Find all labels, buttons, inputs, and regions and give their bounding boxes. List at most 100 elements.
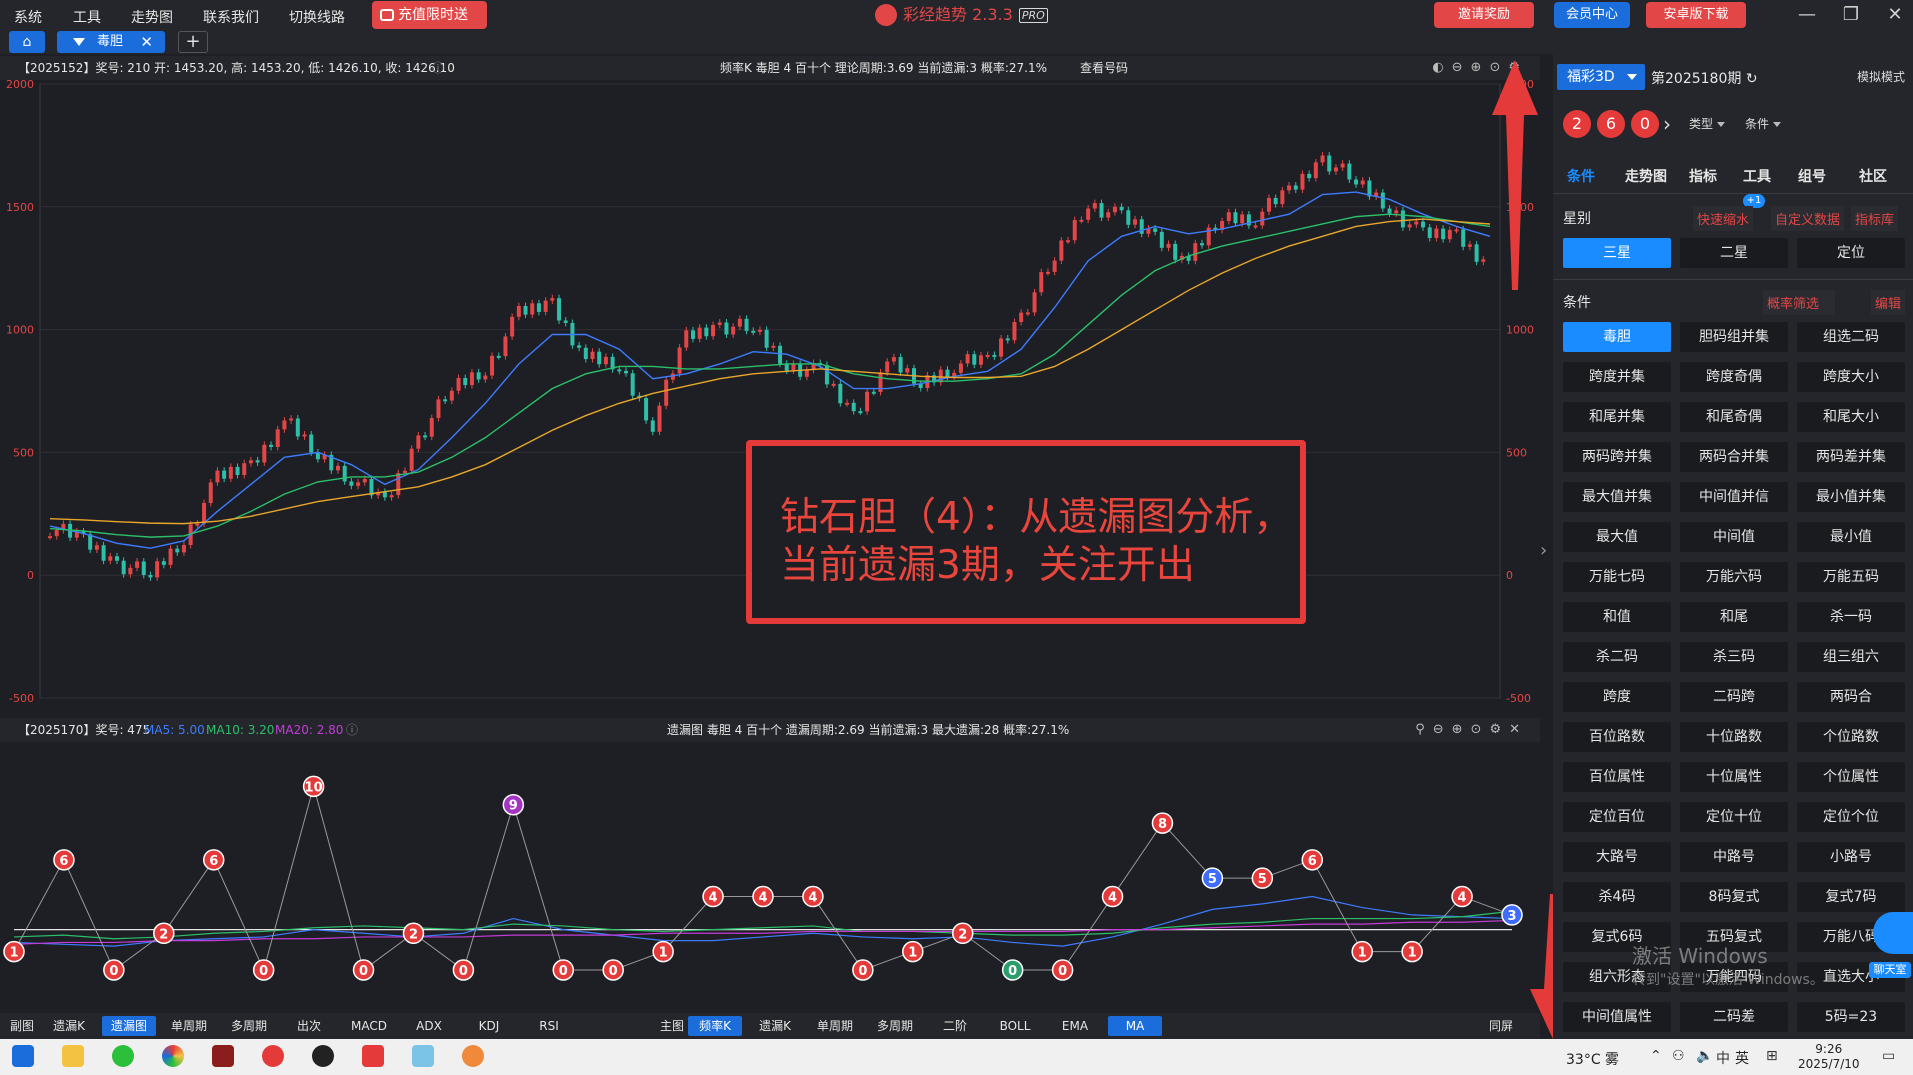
main-tab-6[interactable]: EMA <box>1048 1016 1102 1036</box>
star-two[interactable]: 二星 <box>1680 238 1788 268</box>
windows-start-icon[interactable] <box>12 1045 34 1067</box>
member-center-button[interactable]: 会员中心 <box>1554 2 1630 28</box>
condition-item[interactable]: 和尾 <box>1680 602 1788 632</box>
condition-item[interactable]: 毒胆 <box>1563 322 1671 352</box>
tab-close-icon[interactable]: ✕ <box>140 31 153 53</box>
condition-item[interactable]: 两码合并集 <box>1680 442 1788 472</box>
condition-item[interactable]: 组选二码 <box>1797 322 1905 352</box>
condition-item[interactable]: 最大值并集 <box>1563 482 1671 512</box>
condition-item[interactable]: 百位属性 <box>1563 762 1671 792</box>
home-icon[interactable]: ⌂ <box>9 31 45 53</box>
menu-trend[interactable]: 走势图 <box>131 7 173 27</box>
help-icon[interactable]: ⓘ <box>432 56 444 80</box>
nav-tab-0[interactable]: 条件 <box>1567 166 1595 186</box>
menu-tools[interactable]: 工具 <box>73 7 101 27</box>
app-icon[interactable] <box>212 1045 234 1067</box>
lottery-select[interactable]: 福彩3D <box>1557 64 1645 90</box>
sub-tab-6[interactable]: ADX <box>402 1016 456 1036</box>
menu-system[interactable]: 系统 <box>14 7 42 27</box>
condition-item[interactable]: 十位路数 <box>1680 722 1788 752</box>
main-tab-7[interactable]: MA <box>1108 1016 1162 1036</box>
caijing-icon[interactable] <box>262 1045 284 1067</box>
condition-item[interactable]: 万能七码 <box>1563 562 1671 592</box>
tray-expand-icon[interactable]: ⌃ <box>1650 1048 1662 1064</box>
refresh-icon[interactable]: ↻ <box>1746 71 1758 87</box>
chat-bubble-icon[interactable] <box>1873 912 1913 954</box>
game-icon[interactable] <box>462 1045 484 1067</box>
main-tab-4[interactable]: 二阶 <box>928 1016 982 1036</box>
sub-tab-7[interactable]: KDJ <box>462 1016 516 1036</box>
star-three[interactable]: 三星 <box>1563 238 1671 268</box>
condition-select[interactable]: 条件 <box>1735 111 1787 137</box>
condition-item[interactable]: 大路号 <box>1563 842 1671 872</box>
ime-icon[interactable]: 中 <box>1716 1048 1730 1068</box>
chat-room-button[interactable]: 聊天室 <box>1869 962 1911 978</box>
condition-item[interactable]: 中路号 <box>1680 842 1788 872</box>
notification-icon[interactable]: ▭ <box>1882 1048 1895 1064</box>
condition-item[interactable]: 个位属性 <box>1797 762 1905 792</box>
condition-item[interactable]: 定位百位 <box>1563 802 1671 832</box>
condition-item[interactable]: 跨度 <box>1563 682 1671 712</box>
wps-icon[interactable] <box>362 1045 384 1067</box>
probability-filter[interactable]: 概率筛选 <box>1763 290 1836 315</box>
sub-tab-3[interactable]: 多周期 <box>222 1016 276 1036</box>
main-tab-5[interactable]: BOLL <box>988 1016 1042 1036</box>
condition-item[interactable]: 和值 <box>1563 602 1671 632</box>
condition-item[interactable]: 组三组六 <box>1797 642 1905 672</box>
next-arrow-icon[interactable]: › <box>1663 112 1671 136</box>
condition-item[interactable]: 杀二码 <box>1563 642 1671 672</box>
edit-button[interactable]: 编辑 <box>1871 290 1906 315</box>
condition-item[interactable]: 中间值属性 <box>1563 1002 1671 1032</box>
condition-item[interactable]: 杀一码 <box>1797 602 1905 632</box>
menu-contact[interactable]: 联系我们 <box>203 7 259 27</box>
dropdown-icon[interactable] <box>73 38 85 46</box>
sub-tab-4[interactable]: 出次 <box>282 1016 336 1036</box>
condition-item[interactable]: 和尾奇偶 <box>1680 402 1788 432</box>
recharge-button[interactable]: 充值限时送 <box>372 1 487 29</box>
menu-switch-line[interactable]: 切换线路 <box>289 7 345 27</box>
nav-tab-4[interactable]: 组号 <box>1798 166 1826 186</box>
custom-data-button[interactable]: 自定义数据 <box>1771 206 1845 231</box>
condition-item[interactable]: 跨度奇偶 <box>1680 362 1788 392</box>
main-tab-3[interactable]: 多周期 <box>868 1016 922 1036</box>
weather-widget[interactable]: 33°C 雾 <box>1566 1049 1619 1069</box>
android-download-button[interactable]: 安卓版下载 <box>1646 2 1746 28</box>
main-tab-2[interactable]: 单周期 <box>808 1016 862 1036</box>
network-icon[interactable]: ⚇ <box>1672 1048 1685 1064</box>
star-position[interactable]: 定位 <box>1797 238 1905 268</box>
condition-item[interactable]: 定位十位 <box>1680 802 1788 832</box>
invite-button[interactable]: 邀请奖励 <box>1434 2 1534 28</box>
condition-item[interactable]: 百位路数 <box>1563 722 1671 752</box>
condition-item[interactable]: 杀4码 <box>1563 882 1671 912</box>
condition-item[interactable]: 跨度并集 <box>1563 362 1671 392</box>
condition-item[interactable]: 中间值并信 <box>1680 482 1788 512</box>
query-numbers-link[interactable]: 查看号码 <box>1080 56 1128 80</box>
condition-item[interactable]: 两码合 <box>1797 682 1905 712</box>
add-tab-button[interactable]: + <box>178 31 208 53</box>
sub-tab-0[interactable]: 遗漏K <box>42 1016 96 1036</box>
condition-item[interactable]: 十位属性 <box>1680 762 1788 792</box>
nav-tab-2[interactable]: 指标 <box>1689 166 1717 186</box>
split-screen-button[interactable]: 同屏 <box>1476 1016 1526 1036</box>
ime-mode[interactable]: 英 <box>1735 1048 1749 1068</box>
close-icon[interactable]: ✕ <box>1884 4 1906 26</box>
condition-item[interactable]: 最小值 <box>1797 522 1905 552</box>
nav-tab-3[interactable]: 工具 <box>1743 166 1771 186</box>
restore-icon[interactable]: ❐ <box>1840 4 1862 26</box>
type-select[interactable]: 类型 <box>1679 111 1731 137</box>
main-tab-1[interactable]: 遗漏K <box>748 1016 802 1036</box>
sub-tab-8[interactable]: RSI <box>522 1016 576 1036</box>
simulate-mode-button[interactable]: 模拟模式 <box>1857 68 1905 85</box>
sub-tab-5[interactable]: MACD <box>342 1016 396 1036</box>
sub-tab-2[interactable]: 单周期 <box>162 1016 216 1036</box>
condition-item[interactable]: 胆码组并集 <box>1680 322 1788 352</box>
condition-item[interactable]: 复式7码 <box>1797 882 1905 912</box>
condition-item[interactable]: 二码跨 <box>1680 682 1788 712</box>
condition-item[interactable]: 小路号 <box>1797 842 1905 872</box>
condition-item[interactable]: 和尾并集 <box>1563 402 1671 432</box>
condition-item[interactable]: 中间值 <box>1680 522 1788 552</box>
nav-tab-5[interactable]: 社区 <box>1859 166 1887 186</box>
tab-dudan[interactable]: 毒胆 ✕ <box>57 31 165 53</box>
condition-item[interactable]: 最大值 <box>1563 522 1671 552</box>
condition-item[interactable]: 定位个位 <box>1797 802 1905 832</box>
